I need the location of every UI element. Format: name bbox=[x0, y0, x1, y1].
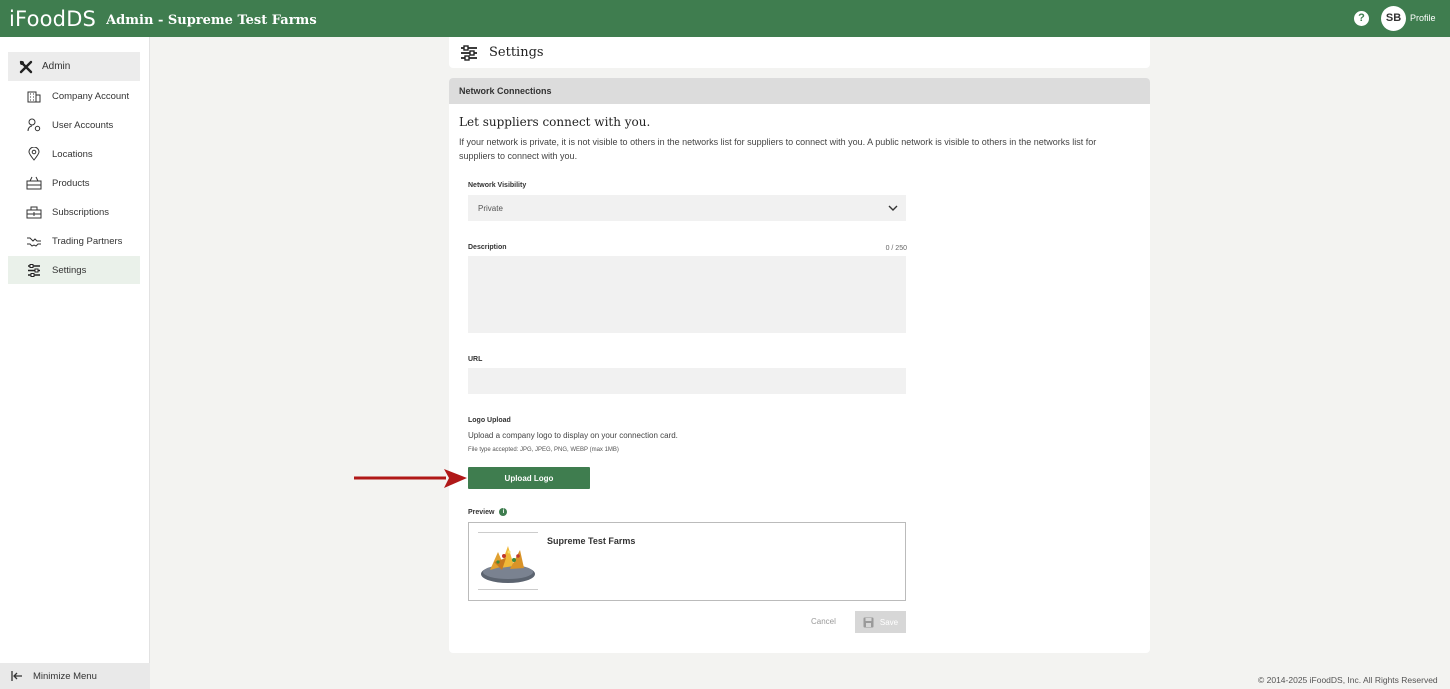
company-logo-preview bbox=[478, 532, 538, 590]
sidebar-item-label: Subscriptions bbox=[52, 206, 110, 218]
network-visibility-select[interactable]: Private bbox=[468, 195, 906, 221]
handshake-icon bbox=[26, 233, 42, 249]
sidebar-section-admin[interactable]: Admin bbox=[8, 52, 140, 81]
brand-logo[interactable]: iFoodDS bbox=[9, 7, 96, 31]
logo-upload-help: Upload a company logo to display on your… bbox=[468, 431, 678, 440]
sidebar-item-settings[interactable]: Settings bbox=[8, 256, 140, 284]
url-input[interactable] bbox=[468, 368, 906, 394]
avatar[interactable]: SB bbox=[1381, 6, 1406, 31]
sidebar-item-label: User Accounts bbox=[52, 119, 114, 131]
tools-icon bbox=[18, 59, 34, 75]
sidebar-item-label: Products bbox=[52, 177, 90, 189]
save-label: Save bbox=[879, 617, 899, 627]
section-header: Network Connections bbox=[449, 78, 1150, 104]
url-label: URL bbox=[468, 356, 483, 363]
preview-label: Preview i bbox=[468, 508, 508, 516]
sliders-icon bbox=[459, 43, 479, 63]
upload-logo-button[interactable]: Upload Logo bbox=[468, 467, 590, 489]
top-bar: iFoodDS Admin - Supreme Test Farms ? SB … bbox=[0, 0, 1450, 37]
sidebar-item-label: Locations bbox=[52, 148, 93, 160]
minimize-menu-button[interactable]: Minimize Menu bbox=[0, 663, 150, 689]
copyright-footer: © 2014-2025 iFoodDS, Inc. All Rights Res… bbox=[1258, 675, 1438, 685]
character-counter: 0 / 250 bbox=[885, 245, 907, 252]
save-button[interactable]: Save bbox=[855, 611, 906, 633]
help-icon[interactable]: ? bbox=[1354, 11, 1369, 26]
chevron-down-icon bbox=[888, 204, 898, 213]
sidebar-item-products[interactable]: Products bbox=[8, 169, 140, 197]
select-value: Private bbox=[478, 203, 503, 213]
sidebar-item-label: Settings bbox=[52, 264, 87, 276]
sidebar-section-label: Admin bbox=[42, 61, 71, 72]
network-visibility-label: Network Visibility bbox=[468, 182, 527, 189]
sidebar-item-label: Trading Partners bbox=[52, 235, 123, 247]
cancel-button[interactable]: Cancel bbox=[811, 617, 836, 626]
preview-company-name: Supreme Test Farms bbox=[547, 536, 636, 546]
connection-card-preview: Supreme Test Farms bbox=[468, 522, 906, 601]
sidebar-item-label: Company Account bbox=[52, 90, 130, 102]
page-title: Admin - Supreme Test Farms bbox=[106, 13, 317, 28]
settings-header-card: Settings bbox=[449, 37, 1150, 68]
annotation-arrow-icon bbox=[354, 469, 467, 488]
sidebar: Admin Company Account User Accounts Loca… bbox=[0, 37, 150, 689]
network-description: If your network is private, it is not vi… bbox=[459, 137, 1097, 161]
minimize-menu-label: Minimize Menu bbox=[33, 670, 97, 682]
save-icon bbox=[863, 617, 874, 628]
network-heading: Let suppliers connect with you. bbox=[459, 115, 651, 129]
info-icon[interactable]: i bbox=[499, 508, 508, 516]
preview-label-text: Preview bbox=[468, 508, 495, 516]
map-pin-icon bbox=[26, 146, 42, 162]
sliders-icon bbox=[26, 262, 42, 278]
logo-upload-label: Logo Upload bbox=[468, 417, 511, 424]
profile-link[interactable]: Profile bbox=[1410, 13, 1436, 23]
subscription-icon bbox=[26, 204, 42, 220]
sidebar-item-subscriptions[interactable]: Subscriptions bbox=[8, 198, 140, 226]
description-textarea[interactable] bbox=[468, 256, 906, 333]
user-gear-icon bbox=[26, 117, 42, 133]
sidebar-item-user-accounts[interactable]: User Accounts bbox=[8, 111, 140, 139]
building-icon bbox=[26, 88, 42, 104]
settings-title: Settings bbox=[489, 45, 544, 60]
sidebar-item-company-account[interactable]: Company Account bbox=[8, 82, 140, 110]
crate-icon bbox=[26, 175, 42, 191]
sidebar-item-locations[interactable]: Locations bbox=[8, 140, 140, 168]
sidebar-item-trading-partners[interactable]: Trading Partners bbox=[8, 227, 140, 255]
logo-file-types: File type accepted: JPG, JPEG, PNG, WEBP… bbox=[468, 447, 619, 453]
description-label: Description bbox=[468, 244, 507, 251]
network-connections-card: Network Connections Let suppliers connec… bbox=[449, 78, 1150, 653]
collapse-left-icon bbox=[10, 669, 24, 683]
